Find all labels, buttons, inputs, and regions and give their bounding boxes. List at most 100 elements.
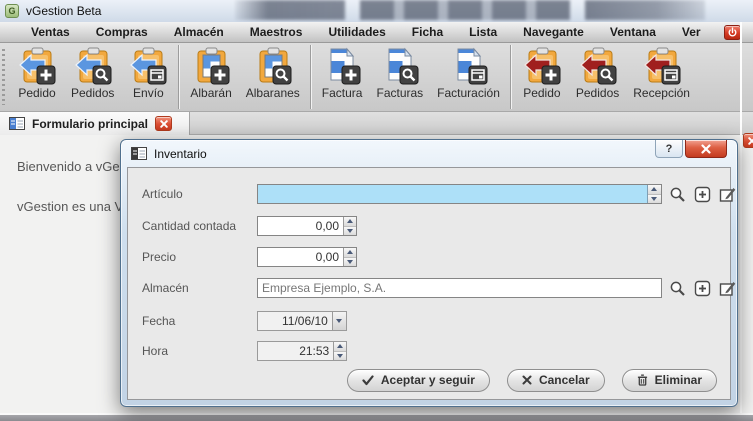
toolbar-separator <box>178 45 181 109</box>
hora-input[interactable] <box>258 342 334 360</box>
hora-field <box>257 341 347 361</box>
articulo-input[interactable] <box>258 185 647 203</box>
clipboard-blue-arrow-search-icon <box>74 47 112 85</box>
toolbar-button-pedidos-ventas[interactable]: Pedidos <box>64 43 121 100</box>
articulo-edit-button[interactable] <box>718 185 736 203</box>
menu-item-ventana[interactable]: Ventana <box>597 22 669 42</box>
close-icon <box>743 133 753 148</box>
toolbar-button-recepcion[interactable]: Recepción <box>626 43 697 100</box>
clipboard-red-arrow-window-icon <box>643 47 681 85</box>
toolbar-button-envio[interactable]: Envío <box>121 43 175 100</box>
background-window-artifact <box>235 0 345 20</box>
application-window: G vGestion Beta Ventas Compras Almacén M… <box>0 0 753 421</box>
toolbar-label: Factura <box>321 86 363 100</box>
x-icon <box>522 375 532 385</box>
spinner-up-button[interactable] <box>647 185 661 195</box>
dialog-content-panel: Artículo Cantidad contada 0,00 Precio 0,… <box>127 167 735 400</box>
almacen-edit-button[interactable] <box>718 279 736 297</box>
button-label: Cancelar <box>538 373 590 387</box>
dialog-close-button[interactable] <box>685 140 727 158</box>
articulo-label: Artículo <box>142 187 183 201</box>
menu-item-ver[interactable]: Ver <box>669 22 714 42</box>
dialog-title: Inventario <box>154 146 207 161</box>
document-add-icon <box>330 47 361 85</box>
articulo-field <box>257 184 662 204</box>
toolbar-button-albaran[interactable]: Albarán <box>183 43 238 100</box>
menu-item-maestros[interactable]: Maestros <box>237 22 316 42</box>
articulo-search-button[interactable] <box>668 185 686 203</box>
toolbar-button-facturas[interactable]: Facturas <box>369 43 430 100</box>
toolbar-button-facturacion[interactable]: Facturación <box>430 43 507 100</box>
toolbar-separator <box>309 45 312 109</box>
spinner-down-button[interactable] <box>647 194 661 203</box>
cantidad-input[interactable] <box>258 217 344 235</box>
document-search-icon <box>388 47 419 85</box>
toolbar-button-pedido-compras[interactable]: Pedido <box>515 43 569 100</box>
toolbar-label: Pedidos <box>71 86 115 100</box>
toolbar-button-albaranes[interactable]: Albaranes <box>239 43 307 100</box>
button-label: Eliminar <box>654 373 702 387</box>
background-window-artifact <box>585 0 705 20</box>
menu-item-compras[interactable]: Compras <box>83 22 161 42</box>
toolbar-button-factura[interactable]: Factura <box>315 43 370 100</box>
menu-item-ventas[interactable]: Ventas <box>18 22 83 42</box>
menu-item-almacen[interactable]: Almacén <box>161 22 237 42</box>
tab-label: Formulario principal <box>32 116 149 131</box>
toolbar: Pedido Pedidos Envío Albarán Albaranes F… <box>0 43 753 112</box>
tab-close-button[interactable] <box>155 116 173 131</box>
menu-item-navegante[interactable]: Navegante <box>510 22 597 42</box>
toolbar-label: Pedido <box>523 86 561 100</box>
toolbar-label: Recepción <box>633 86 690 100</box>
fecha-dropdown-button[interactable] <box>331 312 346 330</box>
title-bar: G vGestion Beta <box>0 0 753 22</box>
toolbar-grip[interactable] <box>2 49 5 105</box>
cantidad-field <box>257 216 357 236</box>
spinner-down-button[interactable] <box>334 351 346 360</box>
clipboard-blue-arrow-window-icon <box>130 47 167 85</box>
search-icon <box>670 281 685 296</box>
almacen-add-button[interactable] <box>693 279 711 297</box>
spinner-up-button[interactable] <box>334 342 346 352</box>
menu-bar: Ventas Compras Almacén Maestros Utilidad… <box>0 22 753 43</box>
almacen-input[interactable] <box>258 279 661 297</box>
toolbar-button-pedidos-compras[interactable]: Pedidos <box>569 43 626 100</box>
trash-icon <box>637 374 647 386</box>
delete-button[interactable]: Eliminar <box>621 368 717 392</box>
tab-formulario-principal[interactable]: Formulario principal <box>0 112 190 135</box>
articulo-spinner <box>646 185 661 203</box>
precio-label: Precio <box>142 250 177 264</box>
add-icon <box>694 280 710 296</box>
app-icon: G <box>5 4 19 18</box>
almacen-field <box>257 278 662 298</box>
dialog-help-button[interactable]: ? <box>655 140 683 158</box>
edit-icon <box>719 281 735 296</box>
spinner-up-button[interactable] <box>344 248 356 258</box>
cancel-button[interactable]: Cancelar <box>506 368 605 392</box>
accept-and-continue-button[interactable]: Aceptar y seguir <box>346 368 490 392</box>
menu-item-utilidades[interactable]: Utilidades <box>315 22 398 42</box>
almacen-search-button[interactable] <box>668 279 686 297</box>
cantidad-spinner <box>343 217 356 235</box>
spinner-down-button[interactable] <box>344 257 356 266</box>
toolbar-button-pedido-ventas[interactable]: Pedido <box>10 43 64 100</box>
precio-field <box>257 247 357 267</box>
background-tab-close-artifact <box>743 133 753 148</box>
spinner-up-button[interactable] <box>344 217 356 227</box>
fecha-input[interactable] <box>258 312 332 330</box>
toolbar-label: Pedidos <box>575 86 620 100</box>
almacen-label: Almacén <box>142 281 189 295</box>
articulo-add-button[interactable] <box>693 185 711 203</box>
chevron-down-icon <box>336 319 343 323</box>
power-icon[interactable] <box>723 24 741 40</box>
clipboard-blue-arrow-add-icon <box>19 47 56 85</box>
clipboard-red-arrow-search-icon <box>579 47 617 85</box>
power-glyph-icon <box>728 26 737 36</box>
dialog-title-bar[interactable]: Inventario <box>121 140 737 167</box>
menu-item-ficha[interactable]: Ficha <box>399 22 456 42</box>
precio-input[interactable] <box>258 248 344 266</box>
spinner-down-button[interactable] <box>344 226 356 235</box>
toolbar-label: Albaranes <box>245 86 300 100</box>
menu-item-lista[interactable]: Lista <box>456 22 510 42</box>
form-icon <box>131 147 147 160</box>
precio-spinner <box>343 248 356 266</box>
